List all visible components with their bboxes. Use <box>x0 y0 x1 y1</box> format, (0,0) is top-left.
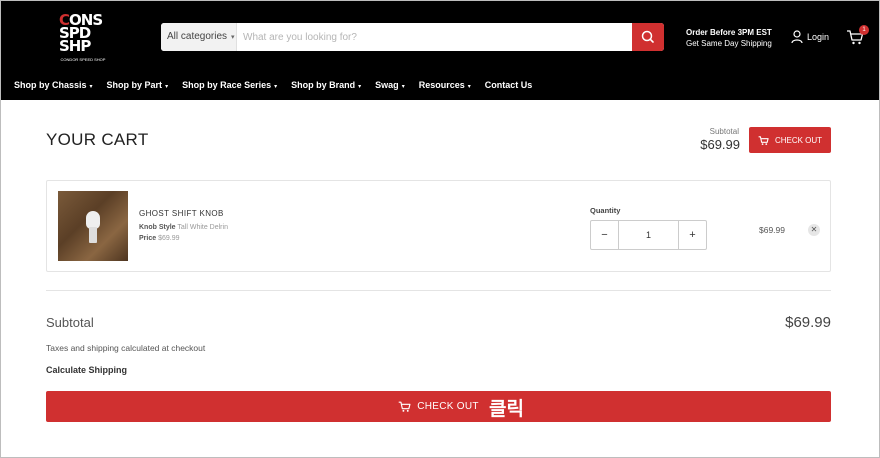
option-value: Tall White Delrin <box>177 224 228 231</box>
chevron-down-icon: ▾ <box>165 84 169 90</box>
nav-item-label: Shop by Brand <box>291 80 356 90</box>
option-key: Knob Style <box>139 224 176 231</box>
click-annotation: 클릭 <box>489 398 524 420</box>
knob-stem-shape <box>89 227 97 243</box>
quantity-stepper: − 1 + <box>590 220 707 250</box>
increase-quantity-button[interactable]: + <box>678 221 706 249</box>
search-input[interactable] <box>237 23 632 51</box>
nav-item-shop-by-brand[interactable]: Shop by Brand ▾ <box>291 80 361 90</box>
search-icon <box>641 30 654 43</box>
top-checkout-button[interactable]: CHECK OUT <box>749 127 831 153</box>
category-select-label: All categories <box>167 31 228 42</box>
nav-item-shop-by-chassis[interactable]: Shop by Chassis ▾ <box>14 80 93 90</box>
cart-line-item: GHOST SHIFT KNOB Knob Style Tall White D… <box>46 180 831 272</box>
user-icon <box>791 30 803 44</box>
chevron-down-icon: ▾ <box>358 84 362 90</box>
shipping-promo: Order Before 3PM EST Get Same Day Shippi… <box>686 27 772 49</box>
nav-item-shop-by-part[interactable]: Shop by Part ▾ <box>107 80 169 90</box>
chevron-down-icon: ▾ <box>89 84 93 90</box>
nav-item-label: Resources <box>418 80 465 90</box>
top-checkout-label: CHECK OUT <box>774 135 823 145</box>
site-header: CONS SPD SHP CONDOR SPEED SHOP All categ… <box>1 1 879 100</box>
login-label: Login <box>807 32 830 42</box>
search-bar: All categories ▾ <box>161 23 664 51</box>
quantity-input[interactable]: 1 <box>619 221 678 249</box>
checkout-button[interactable]: CHECK OUT <box>46 391 831 422</box>
logo-line-3: SHP <box>59 37 91 55</box>
tax-note: Taxes and shipping calculated at checkou… <box>46 343 206 353</box>
page-title: YOUR CART <box>46 130 149 149</box>
subtotal-label: Subtotal <box>46 315 94 330</box>
product-option: Knob Style Tall White Delrin <box>139 224 228 231</box>
subtotal-value: $69.99 <box>785 314 831 331</box>
chevron-down-icon: ▾ <box>401 84 405 90</box>
shipping-promo-line-1: Order Before 3PM EST <box>686 28 772 37</box>
nav-item-label: Swag <box>375 80 399 90</box>
checkout-label: CHECK OUT <box>417 401 479 412</box>
category-select[interactable]: All categories ▾ <box>161 23 237 51</box>
decrease-quantity-button[interactable]: − <box>591 221 619 249</box>
close-icon: ✕ <box>810 225 818 234</box>
product-image[interactable] <box>58 191 128 261</box>
nav-item-contact-us[interactable]: Contact Us <box>485 80 533 90</box>
chevron-down-icon: ▾ <box>231 34 235 41</box>
calculate-shipping-link[interactable]: Calculate Shipping <box>46 365 127 375</box>
product-price: Price $69.99 <box>139 235 180 242</box>
top-subtotal-value: $69.99 <box>700 137 740 152</box>
nav-item-label: Shop by Race Series <box>182 80 272 90</box>
main-nav: Shop by Chassis ▾ Shop by Part ▾ Shop by R… <box>14 80 546 90</box>
chevron-down-icon: ▾ <box>467 84 471 90</box>
divider <box>46 290 831 291</box>
shipping-promo-line-2: Get Same Day Shipping <box>686 39 772 48</box>
cart-count-badge: 1 <box>859 25 869 35</box>
store-logo[interactable]: CONS SPD SHP CONDOR SPEED SHOP <box>55 11 111 67</box>
nav-item-shop-by-race-series[interactable]: Shop by Race Series ▾ <box>182 80 277 90</box>
chevron-down-icon: ▾ <box>274 84 278 90</box>
search-button[interactable] <box>632 23 664 51</box>
logo-tagline: CONDOR SPEED SHOP <box>60 57 106 62</box>
nav-item-label: Shop by Chassis <box>14 80 87 90</box>
price-value: $69.99 <box>158 235 180 242</box>
login-link[interactable]: Login <box>791 30 829 44</box>
cart-icon <box>758 135 769 145</box>
product-name[interactable]: GHOST SHIFT KNOB <box>139 209 224 218</box>
nav-item-swag[interactable]: Swag ▾ <box>375 80 405 90</box>
cart-icon <box>398 401 411 412</box>
nav-item-label: Contact Us <box>484 80 533 90</box>
nav-item-label: Shop by Part <box>106 80 163 90</box>
nav-item-resources[interactable]: Resources ▾ <box>419 80 471 90</box>
line-total: $69.99 <box>759 225 785 235</box>
quantity-label: Quantity <box>590 206 621 215</box>
top-subtotal-label: Subtotal <box>709 127 739 136</box>
remove-item-button[interactable]: ✕ <box>808 224 820 236</box>
price-key: Price <box>139 235 157 242</box>
